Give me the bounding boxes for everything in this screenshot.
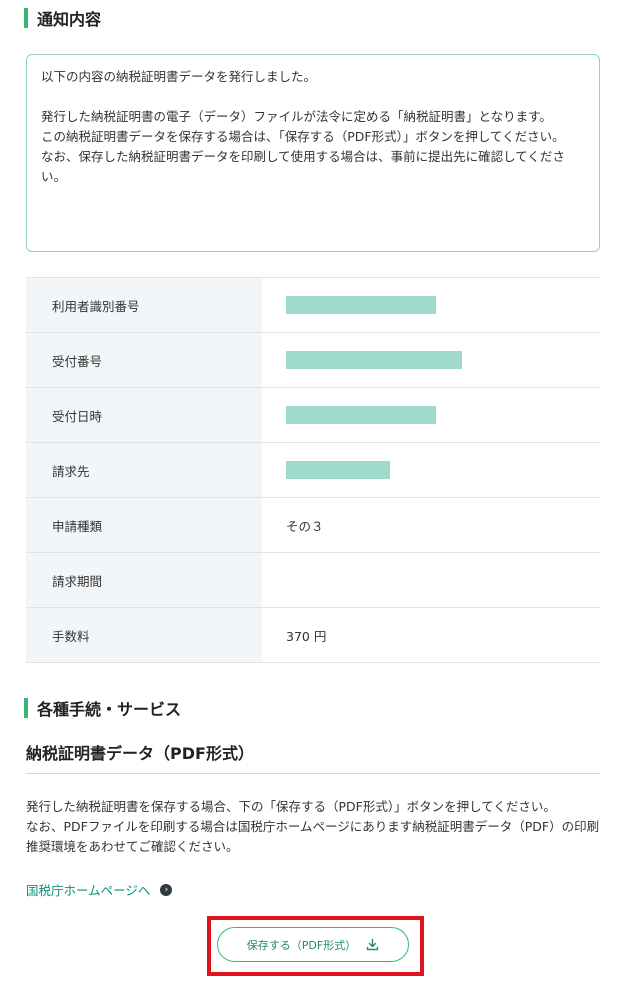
pdf-description: 発行した納税証明書を保存する場合、下の「保存する（PDF形式）」ボタンを押してく… bbox=[26, 797, 600, 857]
row-label: 請求先 bbox=[26, 443, 262, 497]
table-row: 申請種類 その３ bbox=[26, 498, 600, 553]
row-label: 手数料 bbox=[26, 608, 262, 662]
row-value bbox=[262, 443, 600, 497]
heading-accent-bar bbox=[24, 698, 28, 718]
table-row: 請求期間 bbox=[26, 553, 600, 608]
row-value: 370 円 bbox=[286, 628, 327, 644]
nta-homepage-link-label[interactable]: 国税庁ホームページへ bbox=[26, 880, 150, 899]
table-row: 手数料 370 円 bbox=[26, 608, 600, 663]
save-pdf-button-label: 保存する（PDF形式） bbox=[246, 938, 357, 952]
row-value bbox=[262, 278, 600, 332]
row-label: 受付番号 bbox=[26, 333, 262, 387]
row-value bbox=[262, 333, 600, 387]
notice-section-heading: 通知内容 bbox=[24, 6, 101, 30]
notice-line-2: 発行した納税証明書の電子（データ）ファイルが法令に定める「納税証明書」となります… bbox=[41, 109, 552, 124]
table-row: 請求先 bbox=[26, 443, 600, 498]
redacted-value bbox=[286, 351, 462, 369]
notice-box: 以下の内容の納税証明書データを発行しました。 発行した納税証明書の電子（データ）… bbox=[26, 54, 600, 252]
download-icon bbox=[366, 938, 379, 951]
save-pdf-button[interactable]: 保存する（PDF形式） bbox=[217, 927, 409, 962]
heading-accent-bar bbox=[24, 8, 28, 28]
row-value: その３ bbox=[286, 518, 324, 534]
row-label: 申請種類 bbox=[26, 498, 262, 552]
pdf-description-line-1: 発行した納税証明書を保存する場合、下の「保存する（PDF形式）」ボタンを押してく… bbox=[26, 799, 556, 814]
redacted-value bbox=[286, 296, 436, 314]
row-label: 利用者識別番号 bbox=[26, 278, 262, 332]
table-row: 利用者識別番号 bbox=[26, 278, 600, 333]
services-section-heading: 各種手続・サービス bbox=[24, 696, 181, 720]
row-value bbox=[262, 553, 600, 607]
nta-homepage-link[interactable]: 国税庁ホームページへ › bbox=[26, 880, 173, 899]
notice-line-3: この納税証明書データを保存する場合は、「保存する（PDF形式）」ボタンを押してく… bbox=[41, 129, 565, 144]
pdf-subheading: 納税証明書データ（PDF形式） bbox=[26, 740, 600, 774]
info-table: 利用者識別番号 受付番号 受付日時 請求先 申請種類 その３ 請求期間 手数料 … bbox=[26, 277, 600, 663]
notice-section-title: 通知内容 bbox=[37, 10, 102, 29]
redacted-value bbox=[286, 406, 436, 424]
row-label: 請求期間 bbox=[26, 553, 262, 607]
table-row: 受付番号 bbox=[26, 333, 600, 388]
table-row: 受付日時 bbox=[26, 388, 600, 443]
services-section-title: 各種手続・サービス bbox=[37, 700, 182, 719]
notice-line-1: 以下の内容の納税証明書データを発行しました。 bbox=[41, 69, 317, 84]
pdf-description-line-2: なお、PDFファイルを印刷する場合は国税庁ホームページにあります納税証明書データ… bbox=[26, 819, 600, 854]
chevron-right-circle-icon[interactable]: › bbox=[160, 883, 173, 896]
row-label: 受付日時 bbox=[26, 388, 262, 442]
redacted-value bbox=[286, 461, 390, 479]
row-value bbox=[262, 388, 600, 442]
notice-line-4: なお、保存した納税証明書データを印刷して使用する場合は、事前に提出先に確認してく… bbox=[41, 149, 565, 184]
